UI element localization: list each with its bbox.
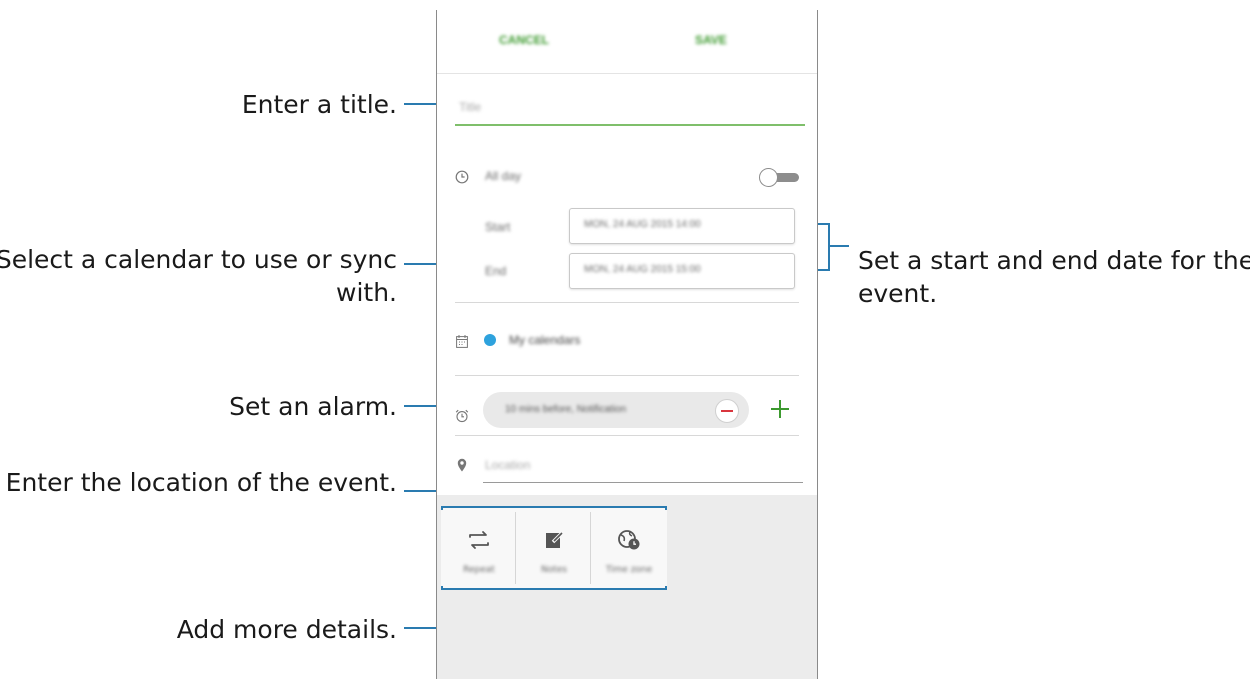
- title-input[interactable]: Title: [459, 100, 481, 114]
- callout-select-calendar-line1: Select a calendar to use or sync: [0, 245, 397, 274]
- notes-icon: [539, 528, 569, 552]
- callout-dates-line2: event.: [858, 279, 938, 308]
- calendar-icon: [456, 333, 468, 352]
- callout-select-calendar-line2: with.: [336, 278, 397, 307]
- add-alarm-button[interactable]: [771, 400, 789, 418]
- alarm-value: 10 mins before, Notification: [505, 404, 627, 415]
- allday-toggle[interactable]: [759, 168, 801, 187]
- callout-set-alarm: Set an alarm.: [229, 392, 397, 421]
- globe-clock-icon: [614, 528, 644, 552]
- location-input[interactable]: Location: [485, 458, 530, 472]
- end-date-value: MON, 24 AUG 2015 15:00: [584, 264, 701, 275]
- repeat-icon: [464, 528, 494, 552]
- bracket-dates-pointer: [829, 245, 849, 247]
- callout-more-details: Add more details.: [176, 615, 397, 644]
- repeat-button[interactable]: Repeat: [441, 510, 517, 586]
- callout-enter-title: Enter a title.: [241, 90, 397, 119]
- callout-start-end-dates: Set a start and end date for the event.: [858, 244, 1250, 310]
- alarm-divider: [455, 435, 799, 436]
- start-label: Start: [485, 220, 511, 234]
- notes-label: Notes: [541, 565, 567, 575]
- repeat-label: Repeat: [463, 565, 495, 575]
- calendar-selector[interactable]: My calendars: [509, 333, 580, 347]
- notes-button[interactable]: Notes: [516, 510, 592, 586]
- title-underline: [455, 124, 805, 126]
- calendar-color-dot: [484, 334, 496, 346]
- phone-screen: CANCEL SAVE Title All day Start MON, 24 …: [436, 10, 818, 679]
- location-pin-icon: [457, 457, 467, 476]
- location-underline: [483, 482, 803, 483]
- save-button[interactable]: SAVE: [695, 33, 727, 47]
- callout-enter-location: Enter the location of the event.: [5, 468, 397, 497]
- clock-icon: [455, 169, 469, 188]
- time-zone-button[interactable]: Time zone: [591, 510, 667, 586]
- callout-dates-line1: Set a start and end date for the: [858, 246, 1250, 275]
- header-divider: [437, 73, 817, 74]
- calendar-divider: [455, 375, 799, 376]
- bracket-dates-vertical: [828, 223, 830, 271]
- cancel-button[interactable]: CANCEL: [499, 33, 549, 47]
- end-label: End: [485, 264, 507, 278]
- dates-divider: [455, 302, 799, 303]
- end-date-field[interactable]: MON, 24 AUG 2015 15:00: [569, 253, 795, 289]
- alarm-icon: [455, 408, 469, 427]
- alarm-pill[interactable]: 10 mins before, Notification: [483, 392, 749, 428]
- start-date-value: MON, 24 AUG 2015 14:00: [584, 219, 701, 230]
- allday-label: All day: [485, 169, 522, 183]
- callout-select-calendar: Select a calendar to use or sync with.: [0, 243, 397, 309]
- remove-alarm-button[interactable]: [715, 399, 739, 423]
- time-zone-label: Time zone: [605, 565, 653, 575]
- start-date-field[interactable]: MON, 24 AUG 2015 14:00: [569, 208, 795, 244]
